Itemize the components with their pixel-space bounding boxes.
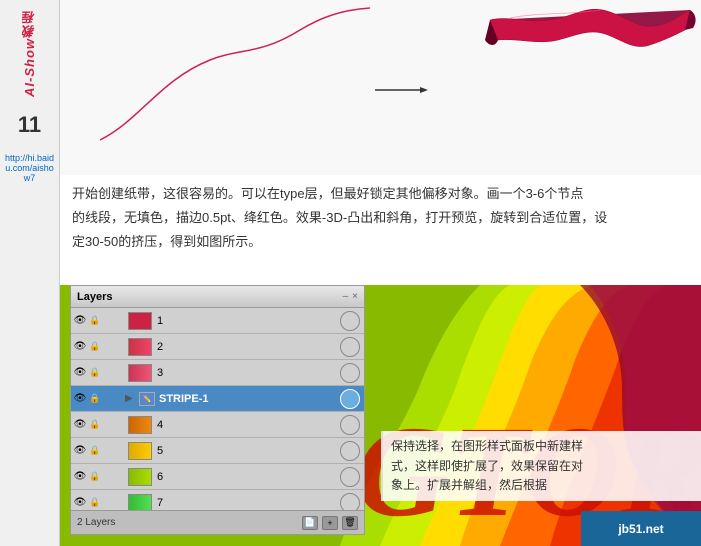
layer-name: 6 <box>155 471 340 483</box>
desc-line2: 的线段，无填色，描边0.5pt、绛红色。效果-3D-凸出和斜角，打开预览，旋转到… <box>72 207 689 229</box>
sidebar-number: 11 <box>18 112 41 138</box>
layer-row-selected[interactable]: 👁 🔒 ▶ ✏️ STRIPE-1 <box>71 386 364 412</box>
lock-icon[interactable]: 🔒 <box>88 418 102 432</box>
layer-icons: 👁 🔒 <box>71 340 125 354</box>
layer-icons: 👁 🔒 <box>71 392 125 406</box>
overlay-line2: 式，这样即使扩展了，效果保留在对 <box>391 457 693 476</box>
layer-thumbnail <box>128 416 152 434</box>
layers-title[interactable]: Layers <box>77 291 112 303</box>
layer-icons: 👁 🔒 <box>71 418 125 432</box>
layer-indicator <box>340 493 360 511</box>
desc-line3: 定30-50的挤压，得到如图所示。 <box>72 231 689 253</box>
expand-icon[interactable]: ▶ <box>125 393 137 404</box>
lock-icon[interactable]: 🔒 <box>88 496 102 510</box>
layer-name: 5 <box>155 445 340 457</box>
layer-thumbnail: ✏️ <box>139 392 155 406</box>
layers-close[interactable]: × <box>352 291 358 302</box>
layer-thumbnail <box>128 494 152 511</box>
visibility-icon[interactable]: 👁 <box>73 470 87 484</box>
watermark: jb51.net <box>581 511 701 546</box>
layer-row[interactable]: 👁 🔒 6 <box>71 464 364 490</box>
layer-icons: 👁 🔒 <box>71 314 125 328</box>
layer-icons: 👁 🔒 <box>71 470 125 484</box>
layer-name: 7 <box>155 497 340 509</box>
layer-icons: 👁 🔒 <box>71 366 125 380</box>
layer-indicator <box>340 337 360 357</box>
visibility-icon[interactable]: 👁 <box>73 496 87 510</box>
visibility-icon[interactable]: 👁 <box>73 314 87 328</box>
layer-thumbnail <box>128 442 152 460</box>
layer-thumbnail <box>128 338 152 356</box>
add-page-button[interactable]: 📄 <box>302 516 318 530</box>
layer-name: 3 <box>155 367 340 379</box>
layers-header: Layers – × <box>71 286 364 308</box>
layer-name: 2 <box>155 341 340 353</box>
layer-row[interactable]: 👁 🔒 1 <box>71 308 364 334</box>
overlay-line1: 保持选择，在图形样式面板中新建样 <box>391 437 693 456</box>
lock-icon[interactable]: 🔒 <box>88 314 102 328</box>
main-content: 开始创建纸带，这很容易的。可以在type层，但最好锁定其他偏移对象。画一个3-6… <box>60 0 701 546</box>
sidebar-url[interactable]: http://hi.baidu.com/aishow7 <box>0 153 59 183</box>
add-layer-button[interactable]: + <box>322 516 338 530</box>
layer-row[interactable]: 👁 🔒 2 <box>71 334 364 360</box>
layer-icons: 👁 🔒 <box>71 496 125 510</box>
left-sidebar: AI-Show教程 11 http://hi.baidu.com/aishow7 <box>0 0 60 546</box>
layers-window-controls: – × <box>343 291 358 302</box>
layer-indicator <box>340 389 360 409</box>
layer-row[interactable]: 👁 🔒 7 <box>71 490 364 510</box>
visibility-icon[interactable]: 👁 <box>73 392 87 406</box>
layer-name: 4 <box>155 419 340 431</box>
layer-icons: 👁 🔒 <box>71 444 125 458</box>
layer-row[interactable]: 👁 🔒 4 <box>71 412 364 438</box>
layer-indicator <box>340 415 360 435</box>
overlay-line3: 象上。扩展并解组，然后根据 <box>391 476 693 495</box>
delete-layer-button[interactable]: 🗑 <box>342 516 358 530</box>
watermark-text: jb51.net <box>618 522 663 536</box>
lock-icon[interactable]: 🔒 <box>88 366 102 380</box>
lock-icon[interactable]: 🔒 <box>88 470 102 484</box>
desc-line1: 开始创建纸带，这很容易的。可以在type层，但最好锁定其他偏移对象。画一个3-6… <box>72 183 689 205</box>
layer-name: 1 <box>155 315 340 327</box>
lock-icon[interactable]: 🔒 <box>88 444 102 458</box>
visibility-icon[interactable]: 👁 <box>73 340 87 354</box>
layer-indicator <box>340 467 360 487</box>
layer-row[interactable]: 👁 🔒 3 <box>71 360 364 386</box>
lock-icon[interactable]: 🔒 <box>88 392 102 406</box>
layers-footer: 2 Layers 📄 + 🗑 <box>71 510 364 534</box>
lock-icon[interactable]: 🔒 <box>88 340 102 354</box>
layers-count: 2 Layers <box>77 517 115 528</box>
layer-indicator <box>340 311 360 331</box>
layer-indicator <box>340 441 360 461</box>
layer-row[interactable]: 👁 🔒 5 <box>71 438 364 464</box>
layer-indicator <box>340 363 360 383</box>
text-description: 开始创建纸带，这很容易的。可以在type层，但最好锁定其他偏移对象。画一个3-6… <box>60 175 701 261</box>
bottom-area: GTOR Layers – × 👁 🔒 <box>60 285 701 546</box>
visibility-icon[interactable]: 👁 <box>73 418 87 432</box>
visibility-icon[interactable]: 👁 <box>73 366 87 380</box>
sidebar-title: AI-Show教程 <box>20 0 39 107</box>
layers-panel: Layers – × 👁 🔒 1 <box>70 285 365 535</box>
layer-thumbnail <box>128 468 152 486</box>
layer-thumbnail <box>128 312 152 330</box>
layer-name: STRIPE-1 <box>157 393 340 405</box>
layers-body: 👁 🔒 1 👁 🔒 2 <box>71 308 364 510</box>
top-diagram <box>60 0 701 175</box>
layers-minimize[interactable]: – <box>343 291 349 302</box>
layer-thumbnail <box>128 364 152 382</box>
overlay-text-box: 保持选择，在图形样式面板中新建样 式，这样即使扩展了，效果保留在对 象上。扩展并… <box>381 431 701 501</box>
visibility-icon[interactable]: 👁 <box>73 444 87 458</box>
